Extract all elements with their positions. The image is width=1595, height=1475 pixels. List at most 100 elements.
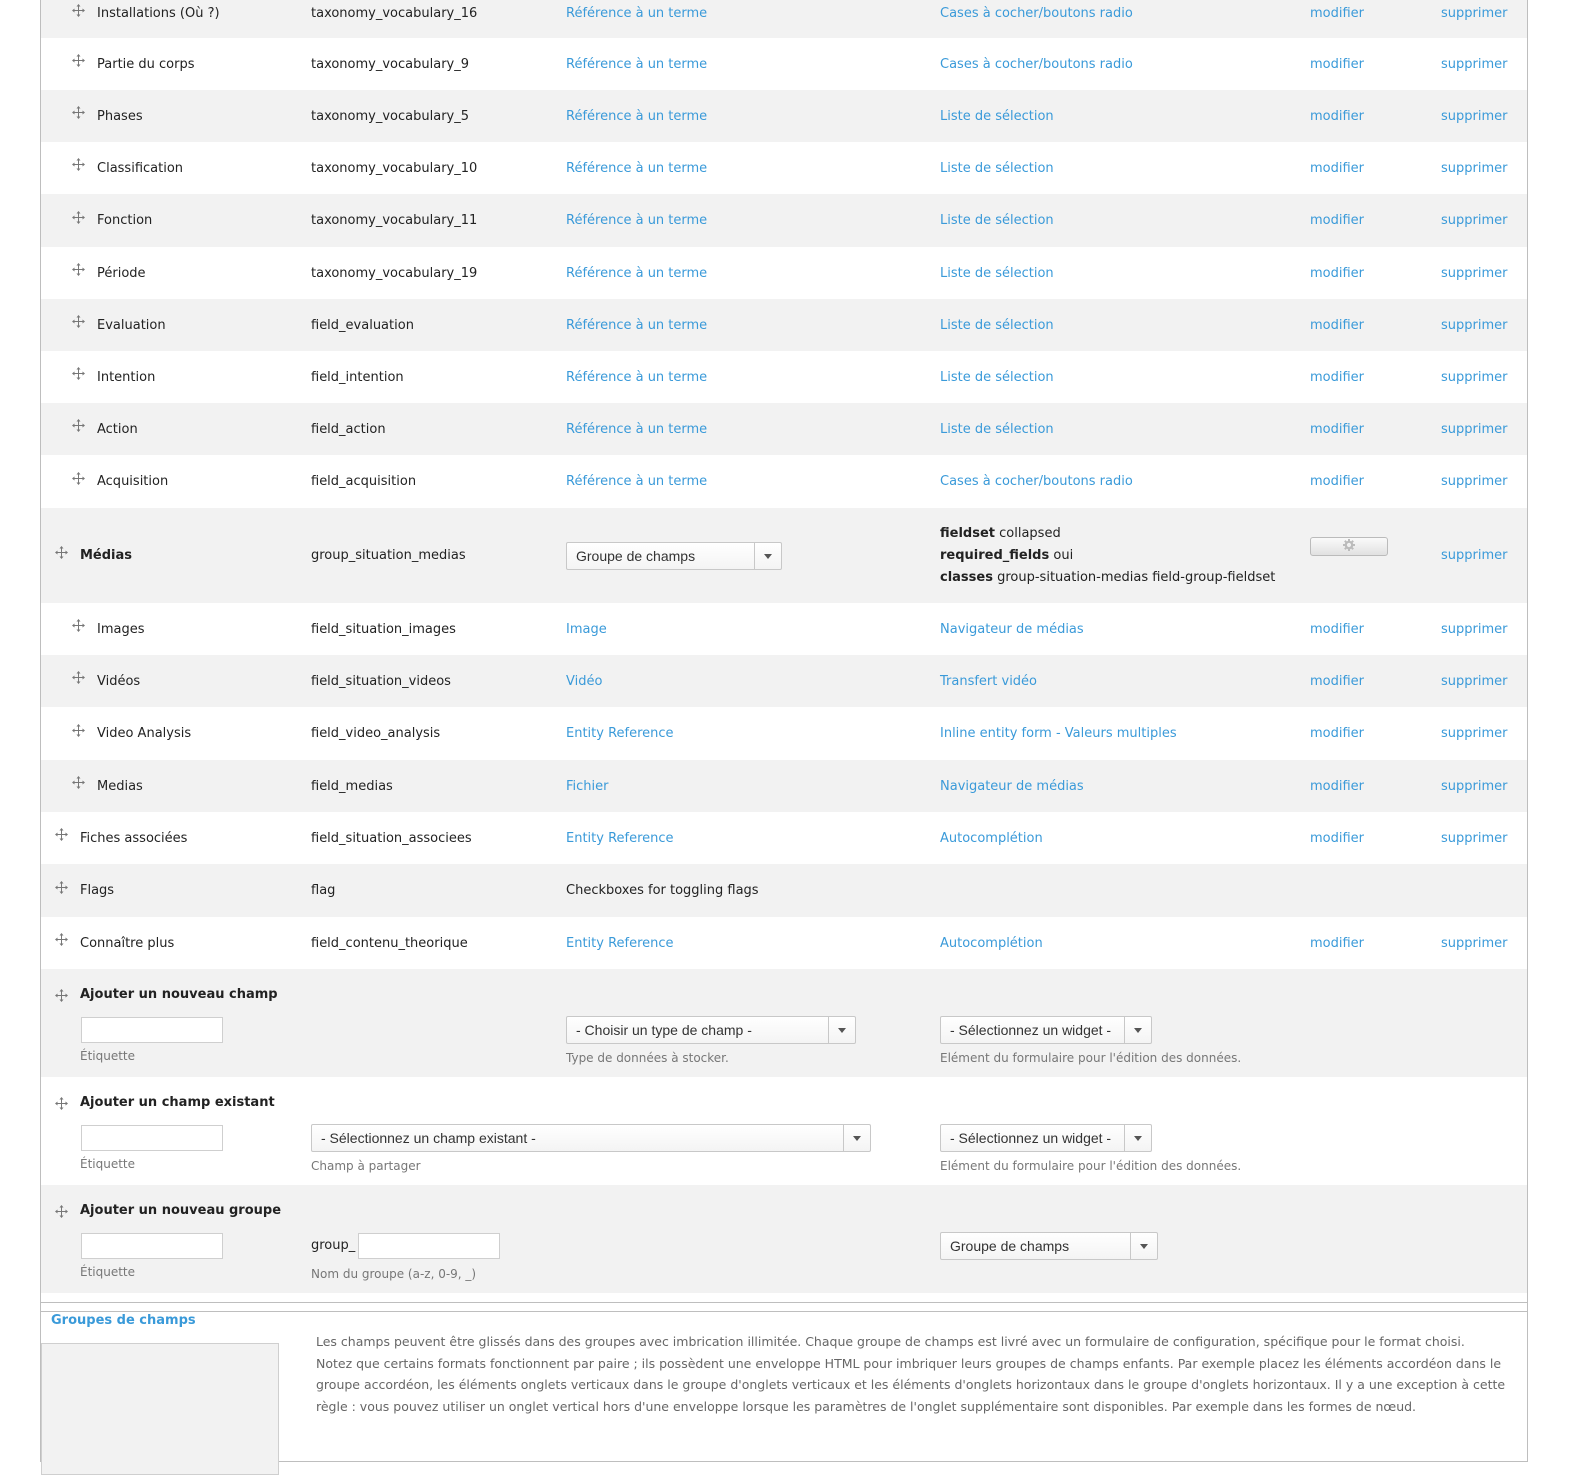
field-widget-link[interactable]: Liste de sélection (940, 403, 1054, 455)
field-widget-link[interactable]: Liste de sélection (940, 247, 1054, 299)
widget-select[interactable]: - Sélectionnez un widget - (940, 1124, 1152, 1152)
drag-handle-icon[interactable] (55, 545, 68, 559)
drag-handle-icon[interactable] (55, 828, 68, 841)
field-groups-legend[interactable]: Groupes de champs (51, 1313, 196, 1328)
field-type-link[interactable]: Référence à un terme (566, 142, 707, 194)
edit-link[interactable]: modifier (1310, 655, 1364, 707)
field-widget-link[interactable]: Cases à cocher/boutons radio (940, 455, 1133, 508)
field-widget-link[interactable]: Cases à cocher/boutons radio (940, 0, 1133, 38)
delete-link[interactable]: supprimer (1441, 760, 1507, 812)
field-type-link[interactable]: Entity Reference (566, 707, 674, 760)
delete-link[interactable]: supprimer (1441, 917, 1507, 969)
delete-link[interactable]: supprimer (1441, 142, 1507, 194)
edit-link[interactable]: modifier (1310, 603, 1364, 655)
field-type-link[interactable]: Référence à un terme (566, 194, 707, 247)
label-input[interactable] (81, 1125, 223, 1151)
drag-handle-icon[interactable] (72, 619, 85, 632)
drag-handle-icon[interactable] (72, 419, 85, 432)
delete-link[interactable]: supprimer (1441, 351, 1507, 403)
group-name-input[interactable] (358, 1233, 500, 1259)
edit-link[interactable]: modifier (1310, 247, 1364, 299)
label-input[interactable] (81, 1017, 223, 1043)
group-format-select[interactable]: Groupe de champs (566, 541, 782, 570)
group-format-select[interactable]: Groupe de champs (940, 1232, 1158, 1260)
edit-link[interactable]: modifier (1310, 812, 1364, 864)
drag-handle-icon[interactable] (55, 1205, 68, 1218)
field-type-link[interactable]: Référence à un terme (566, 38, 707, 90)
drag-handle-icon[interactable] (72, 158, 85, 171)
drag-handle-icon[interactable] (72, 315, 85, 328)
field-type-link[interactable]: Référence à un terme (566, 403, 707, 455)
delete-link[interactable]: supprimer (1441, 455, 1507, 508)
delete-link[interactable]: supprimer (1441, 247, 1507, 299)
delete-link[interactable]: supprimer (1441, 603, 1507, 655)
drag-handle-icon[interactable] (72, 671, 85, 684)
drag-handle-icon[interactable] (72, 723, 85, 737)
edit-link[interactable]: modifier (1310, 707, 1364, 760)
delete-link[interactable]: supprimer (1441, 90, 1507, 142)
delete-link[interactable]: supprimer (1441, 403, 1507, 455)
drag-handle-icon[interactable] (72, 106, 85, 119)
field-type-link[interactable]: Entity Reference (566, 917, 674, 969)
settings-button[interactable] (1310, 537, 1388, 556)
widget-select[interactable]: - Sélectionnez un widget - (940, 1016, 1152, 1044)
drag-handle-icon[interactable] (72, 54, 85, 67)
edit-link[interactable]: modifier (1310, 0, 1364, 38)
field-type-link[interactable]: Entity Reference (566, 812, 674, 864)
field-widget-link[interactable]: Cases à cocher/boutons radio (940, 38, 1133, 90)
field-widget-link[interactable]: Liste de sélection (940, 142, 1054, 194)
field-type-link[interactable]: Référence à un terme (566, 299, 707, 351)
field-type-select[interactable]: - Choisir un type de champ - (566, 1016, 856, 1044)
field-label: Images (97, 621, 145, 637)
field-type-link[interactable]: Référence à un terme (566, 351, 707, 403)
drag-handle-icon[interactable] (72, 3, 85, 17)
drag-handle-icon[interactable] (55, 933, 68, 946)
drag-handle-icon[interactable] (55, 1097, 68, 1110)
field-widget-link[interactable]: Inline entity form - Valeurs multiples (940, 707, 1177, 760)
field-type-link[interactable]: Référence à un terme (566, 0, 707, 38)
delete-link[interactable]: supprimer (1441, 38, 1507, 90)
field-widget-link[interactable]: Liste de sélection (940, 194, 1054, 247)
edit-link[interactable]: modifier (1310, 38, 1364, 90)
field-widget-link[interactable]: Liste de sélection (940, 351, 1054, 403)
drag-handle-icon[interactable] (72, 263, 85, 276)
chevron-down-icon (1124, 1017, 1151, 1043)
field-widget-link[interactable]: Autocomplétion (940, 812, 1043, 864)
drag-handle-icon[interactable] (72, 471, 85, 485)
label-input[interactable] (81, 1233, 223, 1259)
edit-link[interactable]: modifier (1310, 760, 1364, 812)
edit-link[interactable]: modifier (1310, 194, 1364, 247)
field-widget-link[interactable]: Navigateur de médias (940, 760, 1084, 812)
edit-link[interactable]: modifier (1310, 142, 1364, 194)
edit-link[interactable]: modifier (1310, 90, 1364, 142)
delete-link[interactable]: supprimer (1441, 707, 1507, 760)
delete-link[interactable]: supprimer (1441, 655, 1507, 707)
edit-link[interactable]: modifier (1310, 403, 1364, 455)
field-type-link[interactable]: Fichier (566, 760, 609, 812)
delete-link[interactable]: supprimer (1441, 812, 1507, 864)
field-widget-link[interactable]: Navigateur de médias (940, 603, 1084, 655)
drag-handle-icon[interactable] (55, 880, 68, 894)
field-widget-link[interactable]: Liste de sélection (940, 299, 1054, 351)
field-widget-link[interactable]: Autocomplétion (940, 917, 1043, 969)
field-type-link[interactable]: Référence à un terme (566, 247, 707, 299)
field-type-link[interactable]: Référence à un terme (566, 455, 707, 508)
field-type-link[interactable]: Vidéo (566, 655, 602, 707)
field-widget-link[interactable]: Liste de sélection (940, 90, 1054, 142)
field-widget-link[interactable]: Transfert vidéo (940, 655, 1037, 707)
drag-handle-icon[interactable] (72, 367, 85, 380)
delete-link[interactable]: supprimer (1441, 508, 1507, 603)
drag-handle-icon[interactable] (72, 210, 85, 224)
existing-field-select[interactable]: - Sélectionnez un champ existant - (311, 1124, 871, 1152)
edit-link[interactable]: modifier (1310, 351, 1364, 403)
drag-handle-icon[interactable] (55, 989, 68, 1002)
field-type-link[interactable]: Référence à un terme (566, 90, 707, 142)
delete-link[interactable]: supprimer (1441, 299, 1507, 351)
edit-link[interactable]: modifier (1310, 299, 1364, 351)
drag-handle-icon[interactable] (72, 776, 85, 789)
delete-link[interactable]: supprimer (1441, 194, 1507, 247)
field-type-link[interactable]: Image (566, 603, 607, 655)
edit-link[interactable]: modifier (1310, 455, 1364, 508)
edit-link[interactable]: modifier (1310, 917, 1364, 969)
delete-link[interactable]: supprimer (1441, 0, 1507, 38)
